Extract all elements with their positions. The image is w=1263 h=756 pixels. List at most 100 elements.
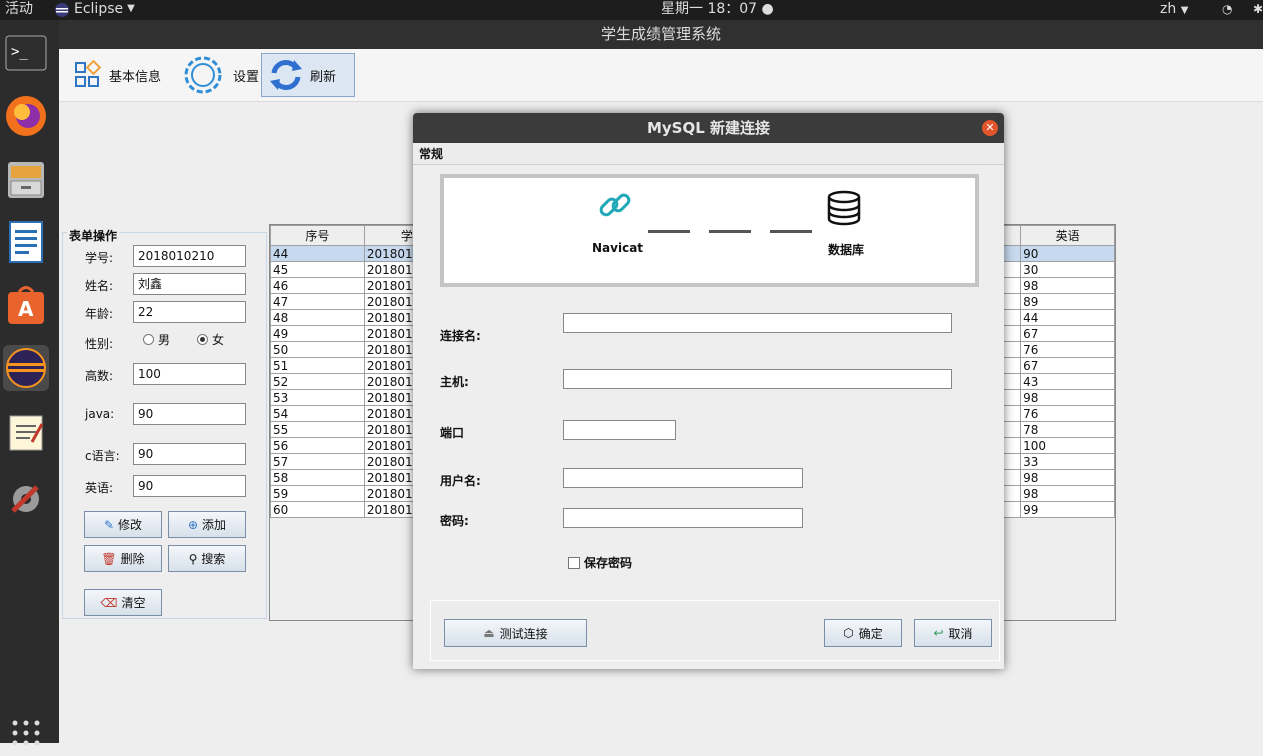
writer-dock-icon[interactable] (3, 219, 49, 265)
cell-english[interactable]: 90 (1020, 245, 1115, 262)
toolbar: 基本信息 设置 刷新 (59, 49, 1263, 102)
cell-index[interactable]: 58 (270, 469, 365, 486)
language-indicator[interactable]: zh ▼ (1160, 0, 1188, 20)
cell-english[interactable]: 76 (1020, 405, 1115, 422)
cell-index[interactable]: 51 (270, 357, 365, 374)
tab-general[interactable]: 常规 (413, 143, 1004, 165)
female-radio[interactable]: 女 (197, 331, 224, 348)
activities-button[interactable]: 活动 (5, 0, 33, 18)
c-label: c语言: (85, 449, 120, 463)
edit-button[interactable]: ✎ 修改 (84, 511, 162, 538)
files-dock-icon[interactable] (3, 156, 49, 202)
delete-button-label: 删除 (120, 552, 145, 566)
cell-english[interactable]: 76 (1020, 341, 1115, 358)
cell-english[interactable]: 67 (1020, 357, 1115, 374)
cell-index[interactable]: 45 (270, 261, 365, 278)
add-button[interactable]: ⊕ 添加 (168, 511, 246, 538)
cell-index[interactable]: 46 (270, 277, 365, 294)
cell-english[interactable]: 100 (1020, 437, 1115, 454)
wifi-icon[interactable]: ◔ (1222, 0, 1232, 18)
cancel-button[interactable]: ↩ 取消 (914, 619, 992, 647)
banner-database-label: 数据库 (828, 243, 865, 257)
mysql-new-connection-dialog: MySQL 新建连接 ✕ 常规 Navicat 数据库 连接名: 主机: 端口 … (413, 113, 1004, 669)
cell-index[interactable]: 50 (270, 341, 365, 358)
cell-index[interactable]: 52 (270, 373, 365, 390)
column-header-index[interactable]: 序号 (270, 225, 365, 246)
conn-name-field[interactable] (563, 313, 952, 333)
c-field[interactable]: 90 (133, 443, 246, 465)
add-button-label: 添加 (202, 518, 227, 532)
host-field[interactable] (563, 369, 952, 389)
cell-english[interactable]: 30 (1020, 261, 1115, 278)
male-radio-label: 男 (158, 333, 171, 347)
male-radio[interactable]: 男 (143, 331, 170, 348)
eclipse-dock-icon[interactable] (3, 345, 49, 391)
clear-button[interactable]: ⌫ 清空 (84, 589, 162, 616)
refresh-button[interactable]: 刷新 (261, 53, 355, 97)
cell-index[interactable]: 59 (270, 485, 365, 502)
cell-english[interactable]: 98 (1020, 277, 1115, 294)
cell-english[interactable]: 98 (1020, 469, 1115, 486)
basic-info-button[interactable]: 基本信息 (67, 53, 167, 97)
app-menu[interactable]: Eclipse ▼ (54, 0, 135, 18)
search-icon: ⚲ (188, 551, 198, 566)
cell-index[interactable]: 54 (270, 405, 365, 422)
cell-index[interactable]: 48 (270, 309, 365, 326)
cell-english[interactable]: 43 (1020, 373, 1115, 390)
english-field[interactable]: 90 (133, 475, 246, 497)
ok-button[interactable]: ⬡ 确定 (824, 619, 902, 647)
software-center-dock-icon[interactable]: A (3, 282, 49, 328)
age-label: 年龄: (85, 307, 114, 321)
show-apps-icon[interactable] (3, 710, 49, 756)
age-field[interactable]: 22 (133, 301, 246, 323)
port-field[interactable] (563, 420, 676, 440)
cell-english[interactable]: 99 (1020, 501, 1115, 518)
undo-icon: ↩ (933, 626, 944, 640)
java-field[interactable]: 90 (133, 403, 246, 425)
close-icon[interactable]: ✕ (982, 120, 998, 136)
cell-index[interactable]: 60 (270, 501, 365, 518)
plus-circle-icon: ⊕ (187, 517, 199, 532)
app-name: Eclipse (74, 1, 124, 17)
text-editor-dock-icon[interactable] (3, 410, 49, 456)
clock[interactable]: 星期一 18：07 ● (661, 0, 774, 18)
checkbox-unchecked-icon (568, 556, 580, 569)
cell-english[interactable]: 44 (1020, 309, 1115, 326)
cell-index[interactable]: 47 (270, 293, 365, 310)
cell-english[interactable]: 98 (1020, 485, 1115, 502)
cell-english[interactable]: 98 (1020, 389, 1115, 406)
save-password-checkbox[interactable]: 保存密码 (568, 554, 632, 571)
basic-info-label: 基本信息 (109, 69, 162, 85)
password-field[interactable] (563, 508, 803, 528)
cell-index[interactable]: 57 (270, 453, 365, 470)
settings-dock-icon[interactable] (3, 475, 49, 521)
test-connection-button[interactable]: ⏏ 测试连接 (444, 619, 587, 647)
cell-index[interactable]: 49 (270, 325, 365, 342)
firefox-dock-icon[interactable] (3, 93, 49, 139)
cell-english[interactable]: 33 (1020, 453, 1115, 470)
delete-button[interactable]: 🗑 删除 (84, 545, 162, 572)
port-label: 端口 (440, 426, 465, 440)
dock: >_ A (0, 20, 59, 746)
svg-text:>_: >_ (11, 44, 28, 60)
bluetooth-icon[interactable]: ✱ (1253, 0, 1263, 18)
user-field[interactable] (563, 468, 803, 488)
math-field[interactable]: 100 (133, 363, 246, 385)
cell-index[interactable]: 44 (270, 245, 365, 262)
id-field[interactable]: 2018010210 (133, 245, 246, 267)
cell-english[interactable]: 89 (1020, 293, 1115, 310)
banner-navicat-label: Navicat (592, 241, 644, 255)
radio-checked-icon (197, 334, 208, 345)
cell-index[interactable]: 53 (270, 389, 365, 406)
cell-index[interactable]: 55 (270, 421, 365, 438)
column-header-english[interactable]: 英语 (1020, 225, 1115, 246)
terminal-dock-icon[interactable]: >_ (3, 30, 49, 76)
id-label: 学号: (85, 251, 114, 265)
eclipse-app-icon (55, 3, 69, 17)
search-button[interactable]: ⚲ 搜索 (168, 545, 246, 572)
cell-index[interactable]: 56 (270, 437, 365, 454)
name-field[interactable]: 刘鑫 (133, 273, 246, 295)
cell-english[interactable]: 67 (1020, 325, 1115, 342)
cell-english[interactable]: 78 (1020, 421, 1115, 438)
settings-button[interactable]: 设置 (173, 53, 265, 97)
